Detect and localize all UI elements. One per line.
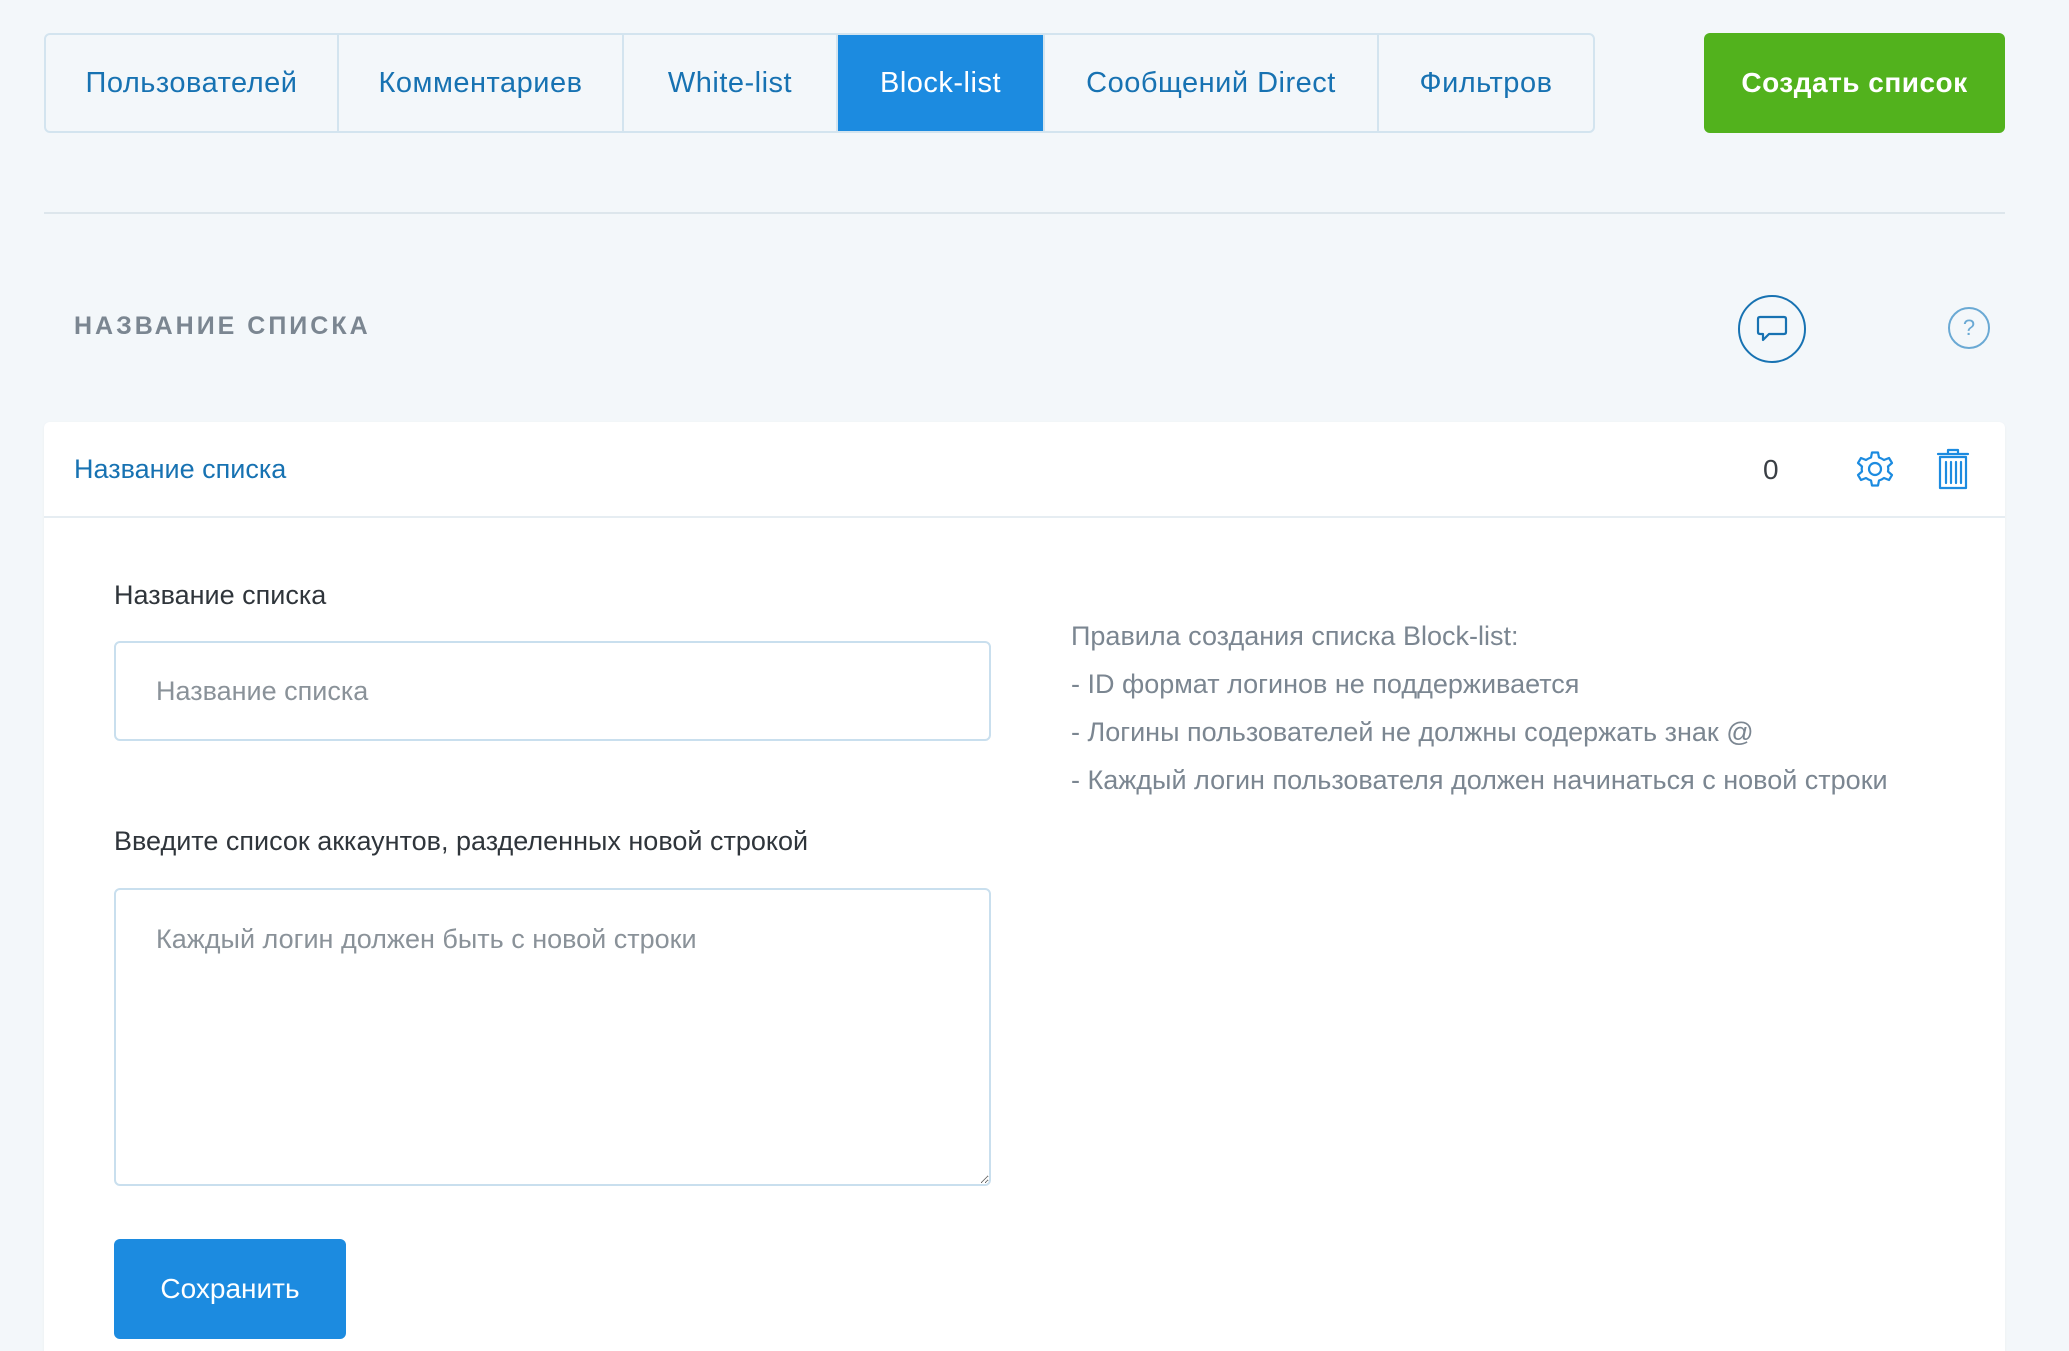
rule-item: - ID формат логинов не поддерживается	[1071, 669, 1580, 699]
name-field-label: Название списка	[114, 580, 327, 610]
tab-block-list[interactable]: Block-list	[838, 35, 1045, 131]
tab-white-list[interactable]: White-list	[624, 35, 838, 131]
list-count: 0	[1763, 454, 1779, 485]
rule-item: - Каждый логин пользователя должен начин…	[1071, 765, 1888, 795]
list-card-header: Название списка 0	[44, 422, 2005, 518]
chat-icon[interactable]	[1738, 295, 1806, 363]
divider	[44, 212, 2005, 214]
trash-icon[interactable]	[1936, 448, 1970, 490]
save-button[interactable]: Сохранить	[114, 1239, 346, 1339]
tab-bar: Пользователей Комментариев White-list Bl…	[44, 33, 1595, 133]
page: Пользователей Комментариев White-list Bl…	[0, 0, 2069, 1351]
list-card: Название списка 0 Название списка Назван…	[44, 422, 2005, 1351]
tab-direct-messages[interactable]: Сообщений Direct	[1045, 35, 1379, 131]
help-icon[interactable]: ?	[1948, 307, 1990, 349]
accounts-textarea[interactable]	[114, 888, 991, 1186]
rules-panel: Правила создания списка Block-list: - ID…	[1071, 612, 1888, 804]
list-name-link[interactable]: Название списка	[74, 454, 286, 485]
accounts-field-label: Введите список аккаунтов, разделенных но…	[114, 826, 809, 856]
rule-item: - Логины пользователей не должны содержа…	[1071, 717, 1754, 747]
rules-title: Правила создания списка Block-list:	[1071, 621, 1519, 651]
chat-bubble-icon	[1756, 315, 1788, 342]
list-name-input[interactable]	[114, 641, 991, 741]
gear-icon[interactable]	[1854, 448, 1896, 490]
tab-comments[interactable]: Комментариев	[339, 35, 624, 131]
tab-filters[interactable]: Фильтров	[1379, 35, 1593, 131]
create-list-button[interactable]: Создать список	[1704, 33, 2005, 133]
tab-users[interactable]: Пользователей	[46, 35, 339, 131]
section-title: НАЗВАНИЕ СПИСКА	[74, 312, 371, 340]
